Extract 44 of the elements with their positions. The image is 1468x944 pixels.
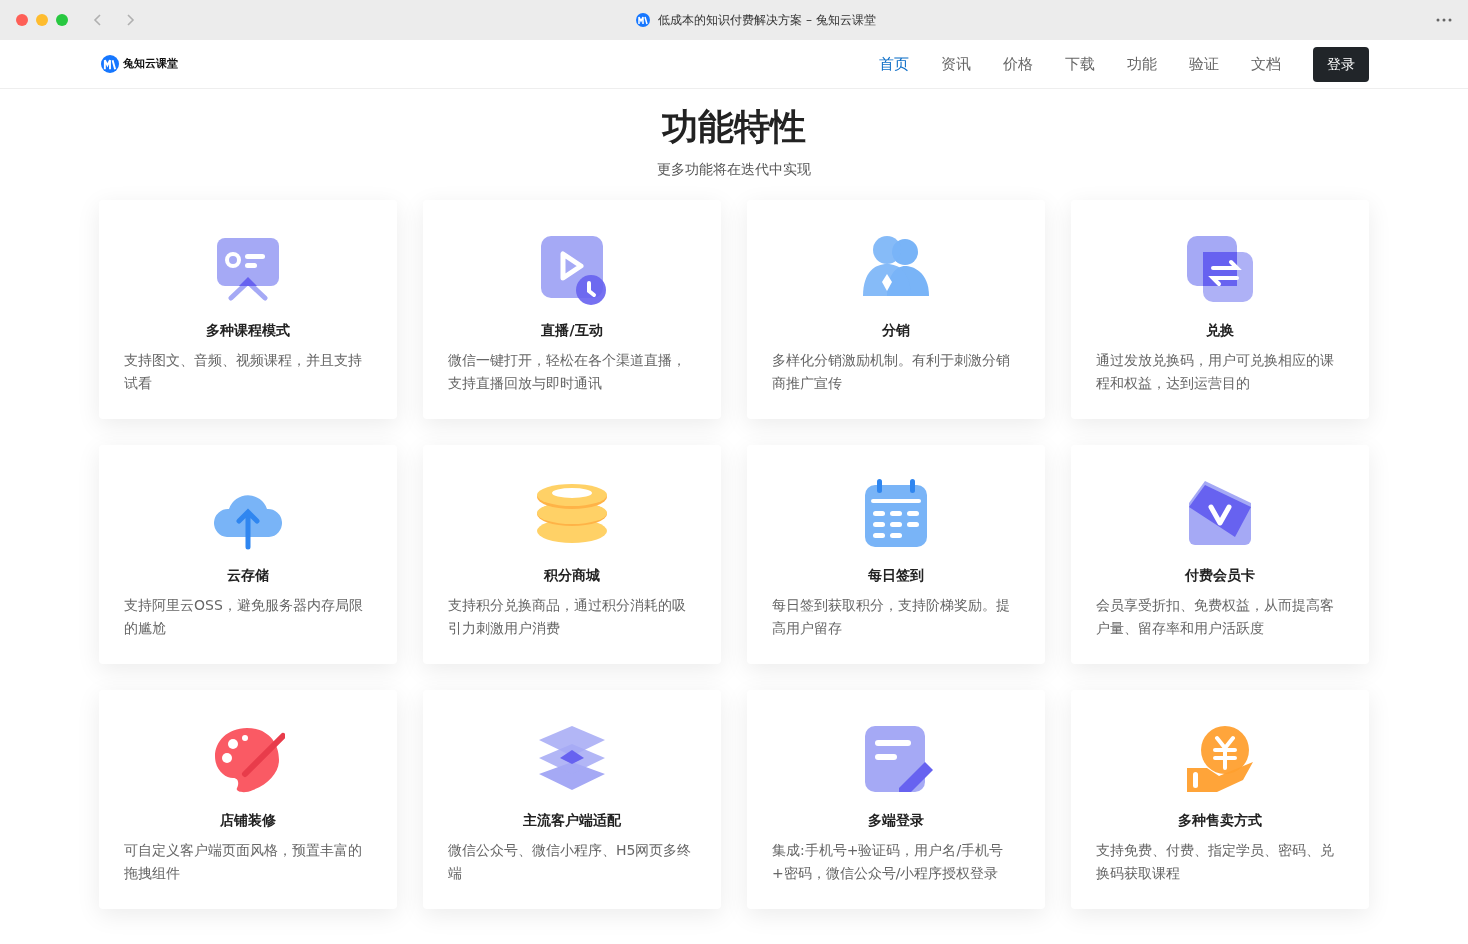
site-logo-icon [636, 13, 651, 27]
feature-title: 店铺装修 [219, 811, 277, 830]
feature-title: 积分商城 [542, 566, 601, 585]
feature-description: 微信一键打开，轻松在各个渠道直播，支持直播回放与即时通讯 [448, 351, 687, 393]
brand-name[interactable]: 兔知云课堂 [123, 55, 178, 73]
feature-description: 集成:手机号+验证码，用户名/手机号+密码，微信公众号/小程序授权登录 [772, 841, 1005, 883]
feature-title: 兑换 [1205, 321, 1235, 340]
close-window-button[interactable] [16, 14, 28, 26]
feature-description: 支持免费、付费、指定学员、密码、兑换码获取课程 [1096, 841, 1335, 883]
feature-title: 云存储 [226, 566, 270, 585]
window-title: 低成本的知识付费解决方案 – 兔知云课堂 [658, 12, 876, 29]
feature-description: 每日签到获取积分，支持阶梯奖励。提高用户留存 [772, 596, 1011, 638]
maximize-window-button[interactable] [56, 14, 68, 26]
minimize-window-button[interactable] [36, 14, 48, 26]
feature-description: 通过发放兑换码，用户可兑换相应的课程和权益，达到运营目的 [1096, 351, 1335, 393]
feature-title: 付费会员卡 [1184, 566, 1256, 585]
feature-title: 多种课程模式 [205, 321, 291, 340]
nav-link[interactable]: 文档 [1235, 52, 1297, 76]
login-button[interactable]: 登录 [1313, 46, 1369, 82]
feature-title: 分销 [881, 321, 911, 340]
nav-link[interactable]: 验证 [1173, 52, 1235, 76]
feature-description: 可自定义客户端页面风格，预置丰富的拖拽组件 [124, 841, 363, 883]
nav-link[interactable]: 首页 [863, 52, 925, 76]
nav-link[interactable]: 下载 [1049, 52, 1111, 76]
feature-title: 直播/互动 [540, 321, 604, 340]
brand-logo-icon [101, 55, 119, 73]
nav-link[interactable]: 价格 [987, 52, 1049, 76]
section-subheading: 更多功能将在迭代中实现 [656, 160, 812, 179]
feature-title: 多端登录 [867, 811, 925, 830]
feature-title: 多种售卖方式 [1177, 811, 1263, 830]
more-icon[interactable] [1436, 18, 1452, 22]
feature-description: 支持积分兑换商品，通过积分消耗的吸引力刺激用户消费 [448, 596, 687, 638]
section-heading: 功能特性 [661, 105, 807, 149]
feature-description: 会员享受折扣、免费权益，从而提高客户量、留存率和用户活跃度 [1096, 596, 1335, 638]
forward-icon[interactable] [126, 13, 136, 27]
feature-description: 支持图文、音频、视频课程，并且支持试看 [124, 351, 363, 393]
feature-title: 每日签到 [867, 566, 925, 585]
feature-description: 多样化分销激励机制。有利于刺激分销商推广宣传 [772, 351, 1011, 393]
feature-description: 微信公众号、微信小程序、H5网页多终端 [448, 841, 693, 883]
feature-title: 主流客户端适配 [522, 811, 622, 830]
nav-link[interactable]: 功能 [1111, 52, 1173, 76]
back-icon[interactable] [92, 13, 102, 27]
feature-description: 支持阿里云OSS，避免服务器内存局限的尴尬 [124, 596, 364, 638]
nav-link[interactable]: 资讯 [925, 52, 987, 76]
